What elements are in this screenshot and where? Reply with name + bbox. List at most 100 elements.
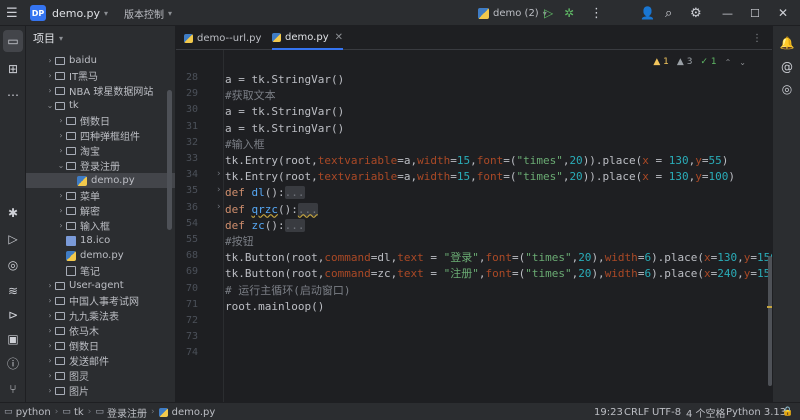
minimize-button[interactable]: — — [722, 0, 733, 26]
tab-demo-py[interactable]: demo.py ✕ — [272, 26, 344, 50]
debug-button[interactable]: ✲ — [564, 0, 574, 26]
breadcrumb-item[interactable]: demo.py — [172, 407, 216, 418]
code-line[interactable]: def zc():... — [225, 218, 305, 234]
fold-toggle-icon[interactable]: › — [216, 202, 221, 212]
line-separator[interactable]: CRLF — [624, 403, 649, 420]
code-area[interactable]: a = tk.StringVar() #获取文本 a = tk.StringVar(… — [225, 50, 772, 402]
main-menu-button[interactable]: ☰ — [6, 0, 18, 26]
tree-item[interactable]: › 图灵 — [26, 368, 175, 383]
notifications-button[interactable]: 🔔 — [773, 32, 800, 54]
tab-demo-url[interactable]: demo--url.py — [184, 26, 261, 50]
code-line[interactable]: def dl():... — [225, 185, 305, 201]
tree-item[interactable]: › baidu — [26, 53, 175, 68]
ai-assistant-button[interactable]: @ — [773, 56, 800, 78]
maximize-button[interactable]: ☐ — [750, 0, 760, 26]
code-line[interactable]: a = tk.StringVar() — [225, 104, 344, 120]
code-with-me-button[interactable]: 👤 — [640, 0, 655, 26]
chevron-right-icon[interactable]: › — [45, 356, 55, 365]
run-tool-button[interactable]: ▷ — [0, 228, 26, 250]
search-button[interactable]: ⌕ — [665, 0, 672, 26]
breadcrumb-item[interactable]: 登录注册 — [107, 405, 147, 420]
project-scrollbar[interactable] — [167, 90, 172, 230]
tree-item[interactable]: › 倒数日 — [26, 338, 175, 353]
breadcrumb-item[interactable]: python — [16, 407, 51, 418]
file-encoding[interactable]: UTF-8 — [652, 403, 681, 420]
terminal-button[interactable]: ▣ — [0, 328, 26, 350]
tab-options-button[interactable]: ⋮ — [752, 26, 762, 50]
chevron-up-icon[interactable]: ⌃ — [725, 58, 732, 67]
python-console-button[interactable]: ◎ — [0, 254, 26, 276]
tree-item[interactable]: 18.ico — [26, 233, 175, 248]
problems-button[interactable]: ⓘ — [0, 352, 26, 374]
tree-item[interactable]: › 输入框 — [26, 218, 175, 233]
python-packages-button[interactable]: ≋ — [0, 280, 26, 302]
chevron-right-icon[interactable]: › — [45, 56, 55, 65]
more-actions-button[interactable]: ⋮ — [590, 0, 603, 26]
close-button[interactable]: ✕ — [778, 0, 788, 26]
settings-button[interactable]: ⚙ — [690, 0, 702, 26]
services-button[interactable]: ⊳ — [0, 304, 26, 326]
chevron-right-icon[interactable]: › — [56, 206, 66, 215]
chevron-down-icon[interactable]: ⌄ — [739, 58, 746, 67]
chevron-right-icon[interactable]: › — [45, 71, 55, 80]
chevron-right-icon[interactable]: › — [56, 116, 66, 125]
chevron-right-icon[interactable]: › — [45, 371, 55, 380]
chevron-right-icon[interactable]: › — [45, 86, 55, 95]
tree-item[interactable]: › 依马木 — [26, 323, 175, 338]
code-line[interactable]: tk.Button(root,command=dl,text = "登录",fo… — [225, 250, 772, 266]
code-line[interactable]: def qrzc():... — [225, 202, 318, 218]
chevron-right-icon[interactable]: › — [56, 221, 66, 230]
chevron-right-icon[interactable]: › — [56, 191, 66, 200]
tree-item[interactable]: › 中国人事考试网 — [26, 293, 175, 308]
code-line[interactable]: root.mainloop() — [225, 299, 324, 315]
chevron-right-icon[interactable]: › — [56, 146, 66, 155]
indent-setting[interactable]: 4 个空格 — [686, 403, 726, 420]
tree-item[interactable]: › User-agent — [26, 278, 175, 293]
run-config-selector[interactable]: demo (2) ▾ — [478, 0, 547, 26]
fold-toggle-icon[interactable]: › — [216, 185, 221, 195]
code-line[interactable]: a = tk.StringVar() — [225, 72, 344, 88]
tree-item[interactable]: › 图片 — [26, 383, 175, 398]
chevron-right-icon[interactable]: › — [45, 296, 55, 305]
tree-item[interactable]: demo.py — [26, 248, 175, 263]
tree-item[interactable]: ⌄ tk — [26, 98, 175, 113]
code-line[interactable]: #输入框 — [225, 137, 265, 153]
chevron-right-icon[interactable]: › — [45, 281, 55, 290]
code-line[interactable]: #按钮 — [225, 234, 254, 250]
code-line[interactable]: tk.Button(root,command=zc,text = "注册",fo… — [225, 266, 772, 282]
debug-tool-button[interactable]: ✱ — [0, 202, 26, 224]
project-switcher[interactable]: DP demo.py ▾ — [30, 0, 108, 26]
inspection-widget[interactable]: ▲ 1 ▲ 3 ✓ 1 ⌃ ⌄ — [653, 54, 746, 70]
tree-item[interactable]: ⌄ 登录注册 — [26, 158, 175, 173]
tree-item[interactable]: › 解密 — [26, 203, 175, 218]
lock-button[interactable]: 🔒 — [782, 403, 793, 420]
project-tool-button[interactable]: ▭ — [3, 30, 23, 52]
close-tab-icon[interactable]: ✕ — [335, 32, 343, 43]
caret-position[interactable]: 19:23 — [594, 403, 623, 420]
tree-item[interactable]: demo.py — [26, 173, 175, 188]
tree-item[interactable]: › 九九乘法表 — [26, 308, 175, 323]
fold-toggle-icon[interactable]: › — [216, 169, 221, 179]
code-line[interactable]: #获取文本 — [225, 88, 276, 104]
tree-item[interactable]: › 淘宝 — [26, 143, 175, 158]
vcs-menu[interactable]: 版本控制 ▾ — [124, 0, 172, 26]
tree-item[interactable]: › IT黑马 — [26, 68, 175, 83]
structure-tool-button[interactable]: ⊞ — [0, 58, 26, 80]
tree-item[interactable]: › 发送邮件 — [26, 353, 175, 368]
chevron-right-icon[interactable]: › — [45, 311, 55, 320]
breadcrumb-item[interactable]: tk — [74, 407, 84, 418]
version-control-button[interactable]: ⑂ — [0, 378, 26, 400]
run-button[interactable]: ▷ — [544, 0, 553, 26]
chevron-right-icon[interactable]: › — [45, 386, 55, 395]
more-tools-button[interactable]: ⋯ — [0, 84, 26, 106]
code-line[interactable]: tk.Entry(root,textvariable=a,width=15,fo… — [225, 169, 735, 185]
chevron-right-icon[interactable]: › — [45, 341, 55, 350]
chevron-down-icon[interactable]: ⌄ — [56, 161, 66, 170]
chevron-right-icon[interactable]: › — [56, 131, 66, 140]
tree-item[interactable]: › NBA 球星数据网站 — [26, 83, 175, 98]
code-line[interactable]: # 运行主循环(启动窗口) — [225, 283, 351, 299]
tree-item[interactable]: 笔记 — [26, 263, 175, 278]
code-line[interactable]: a = tk.StringVar() — [225, 121, 344, 137]
tree-item[interactable]: › 菜单 — [26, 188, 175, 203]
code-line[interactable]: tk.Entry(root,textvariable=a,width=15,fo… — [225, 153, 728, 169]
